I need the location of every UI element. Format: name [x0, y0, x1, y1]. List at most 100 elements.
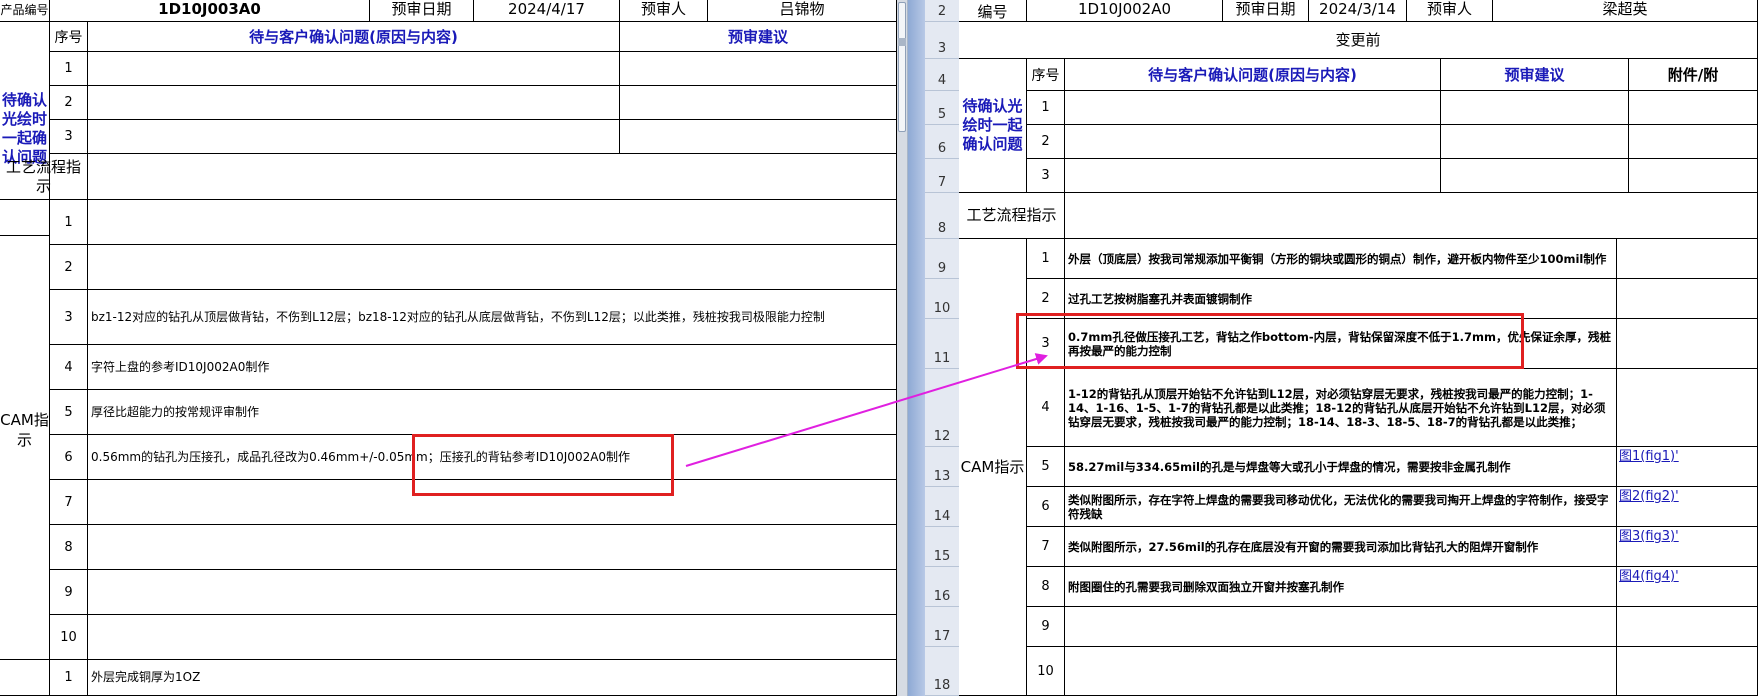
left-confirm-row-number: 2	[50, 86, 88, 120]
right-cam-row-text[interactable]	[1065, 647, 1617, 696]
row-header[interactable]: 7	[925, 159, 959, 193]
left-cam-row-number: 4	[50, 345, 88, 390]
right-cam-row-text[interactable]: 类似附图所示，存在字符上焊盘的需要我司移动优化，无法优化的需要我司掏开上焊盘的字…	[1065, 487, 1617, 527]
right-process-content[interactable]	[1065, 193, 1758, 239]
left-cam-row-text[interactable]: 字符上盘的参考ID10J002A0制作	[88, 345, 897, 390]
left-confirm-row-question[interactable]	[88, 86, 620, 120]
right-cam-row-attachment[interactable]	[1617, 607, 1758, 647]
right-cam-row-text[interactable]: 附图圈住的孔需要我司删除双面独立开窗并按塞孔制作	[1065, 567, 1617, 607]
left-sheet-pane[interactable]: 产品编号 1D10J003A0 预审日期 2024/4/17 预审人 吕锦物 待…	[0, 0, 897, 696]
row-header[interactable]: 9	[925, 239, 959, 279]
left-process-label: 工艺流程指示	[0, 154, 88, 200]
right-confirm-row-number: 3	[1027, 159, 1065, 193]
left-cam-row-text[interactable]: 厚径比超能力的按常规评审制作	[88, 390, 897, 435]
right-reviewer-value[interactable]: 梁超英	[1493, 0, 1758, 22]
attachment-link[interactable]: 图4(fig4)'	[1617, 567, 1757, 587]
row-header[interactable]: 18	[925, 647, 959, 696]
scrollbar-grip-icon	[898, 38, 906, 46]
right-confirm-row-question[interactable]	[1065, 159, 1441, 193]
right-reviewer-label: 预审人	[1407, 0, 1493, 22]
right-confirm-row-suggestion[interactable]	[1441, 91, 1629, 125]
right-cam-row-attachment[interactable]: 图1(fig1)'	[1617, 447, 1758, 487]
row-header[interactable]: 13	[925, 447, 959, 487]
right-confirm-row-question[interactable]	[1065, 125, 1441, 159]
right-cam-row-attachment[interactable]	[1617, 239, 1758, 279]
row-header[interactable]: 4	[925, 59, 959, 91]
right-sheet-pane[interactable]: 编号 1D10J002A0 预审日期 2024/3/14 预审人 梁超英 变更前…	[959, 0, 1758, 696]
right-review-date-value[interactable]: 2024/3/14	[1309, 0, 1407, 22]
right-code-value[interactable]: 1D10J002A0	[1027, 0, 1223, 22]
row-header[interactable]: 10	[925, 279, 959, 319]
left-suggestion-header: 预审建议	[620, 22, 897, 52]
right-confirm-row-suggestion[interactable]	[1441, 159, 1629, 193]
right-cam-row-number: 1	[1027, 239, 1065, 279]
right-cam-label: CAM指示	[959, 239, 1027, 696]
left-cam-row-text[interactable]	[88, 525, 897, 570]
row-header[interactable]: 15	[925, 527, 959, 567]
vertical-scrollbar[interactable]	[897, 0, 908, 696]
row-header[interactable]: 14	[925, 487, 959, 527]
right-cam-row-attachment[interactable]: 图3(fig3)'	[1617, 527, 1758, 567]
left-cam-row-number: 9	[50, 570, 88, 615]
left-cam-row-text[interactable]	[88, 615, 897, 660]
left-cam-row-text[interactable]: bz1-12对应的钻孔从顶层做背钻，不伤到L12层；bz18-12对应的钻孔从底…	[88, 290, 897, 345]
right-cam-row-number: 5	[1027, 447, 1065, 487]
row-header[interactable]: 5	[925, 91, 959, 125]
left-last-row-text[interactable]: 外层完成铜厚为1OZ	[88, 660, 897, 696]
right-cam-row-attachment[interactable]: 图4(fig4)'	[1617, 567, 1758, 607]
right-cam-row-attachment[interactable]	[1617, 279, 1758, 319]
right-confirm-section-label: 待确认光绘时一起确认问题	[959, 59, 1027, 193]
left-cam-row-text[interactable]	[88, 200, 897, 245]
left-review-date-label: 预审日期	[370, 0, 474, 22]
left-confirm-row-suggestion[interactable]	[620, 52, 897, 86]
right-confirm-row-question[interactable]	[1065, 91, 1441, 125]
left-reviewer-value[interactable]: 吕锦物	[708, 0, 897, 22]
attachment-link[interactable]: 图1(fig1)'	[1617, 447, 1757, 467]
right-cam-row-attachment[interactable]: 图2(fig2)'	[1617, 487, 1758, 527]
row-header[interactable]: 17	[925, 607, 959, 647]
right-cam-row-attachment[interactable]	[1617, 647, 1758, 696]
right-cam-row-number: 7	[1027, 527, 1065, 567]
left-review-date-value[interactable]: 2024/4/17	[474, 0, 620, 22]
right-confirm-row-attachment[interactable]	[1629, 125, 1758, 159]
right-cam-row-text[interactable]: 58.27mil与334.65mil的孔是与焊盘等大或孔小于焊盘的情况，需要按非…	[1065, 447, 1617, 487]
left-cam-row-text[interactable]	[88, 570, 897, 615]
row-header[interactable]: 12	[925, 369, 959, 447]
right-confirm-row-attachment[interactable]	[1629, 91, 1758, 125]
left-cam-row-number: 2	[50, 245, 88, 290]
left-confirm-row-number: 3	[50, 120, 88, 154]
left-product-code-label: 产品编号	[0, 0, 50, 22]
left-confirm-row-question[interactable]	[88, 52, 620, 86]
row-header[interactable]: 6	[925, 125, 959, 159]
right-confirm-row-attachment[interactable]	[1629, 159, 1758, 193]
right-confirm-row-suggestion[interactable]	[1441, 125, 1629, 159]
row-header[interactable]: 8	[925, 193, 959, 239]
left-confirm-row-suggestion[interactable]	[620, 86, 897, 120]
left-process-content[interactable]	[88, 154, 897, 200]
left-cam-row-number: 8	[50, 525, 88, 570]
left-confirm-row-question[interactable]	[88, 120, 620, 154]
left-cam-row-text[interactable]	[88, 245, 897, 290]
left-seq-header: 序号	[50, 22, 88, 52]
left-product-code-value[interactable]: 1D10J003A0	[50, 0, 370, 22]
splitter-band[interactable]	[908, 0, 925, 696]
row-header[interactable]: 11	[925, 319, 959, 369]
right-seq-header: 序号	[1027, 59, 1065, 91]
scrollbar-thumb[interactable]	[898, 2, 906, 132]
attachment-link[interactable]: 图2(fig2)'	[1617, 487, 1757, 507]
left-cam-row-number: 1	[50, 200, 88, 245]
right-cam-row-text[interactable]: 类似附图所示，27.56mil的孔存在底层没有开窗的需要我司添加比背钻孔大的阻焊…	[1065, 527, 1617, 567]
right-annotation-box	[1016, 313, 1524, 369]
attachment-link[interactable]: 图3(fig3)'	[1617, 527, 1757, 547]
row-header[interactable]: 3	[925, 22, 959, 59]
right-cam-row-attachment[interactable]	[1617, 369, 1758, 447]
pane-splitter[interactable]	[897, 0, 925, 696]
right-cam-row-text[interactable]	[1065, 607, 1617, 647]
row-header[interactable]: 16	[925, 567, 959, 607]
right-cam-row-text[interactable]: 1-12的背钻孔从顶层开始钻不允许钻到L12层，对必须钻穿层无要求，残桩按我司最…	[1065, 369, 1617, 447]
right-cam-row-text[interactable]: 外层（顶底层）按我司常规添加平衡铜（方形的铜块或圆形的铜点）制作，避开板内物件至…	[1065, 239, 1617, 279]
right-cam-row-attachment[interactable]	[1617, 319, 1758, 369]
row-header[interactable]: 2	[925, 0, 959, 22]
left-confirm-row-suggestion[interactable]	[620, 120, 897, 154]
left-cam-row-number: 7	[50, 480, 88, 525]
